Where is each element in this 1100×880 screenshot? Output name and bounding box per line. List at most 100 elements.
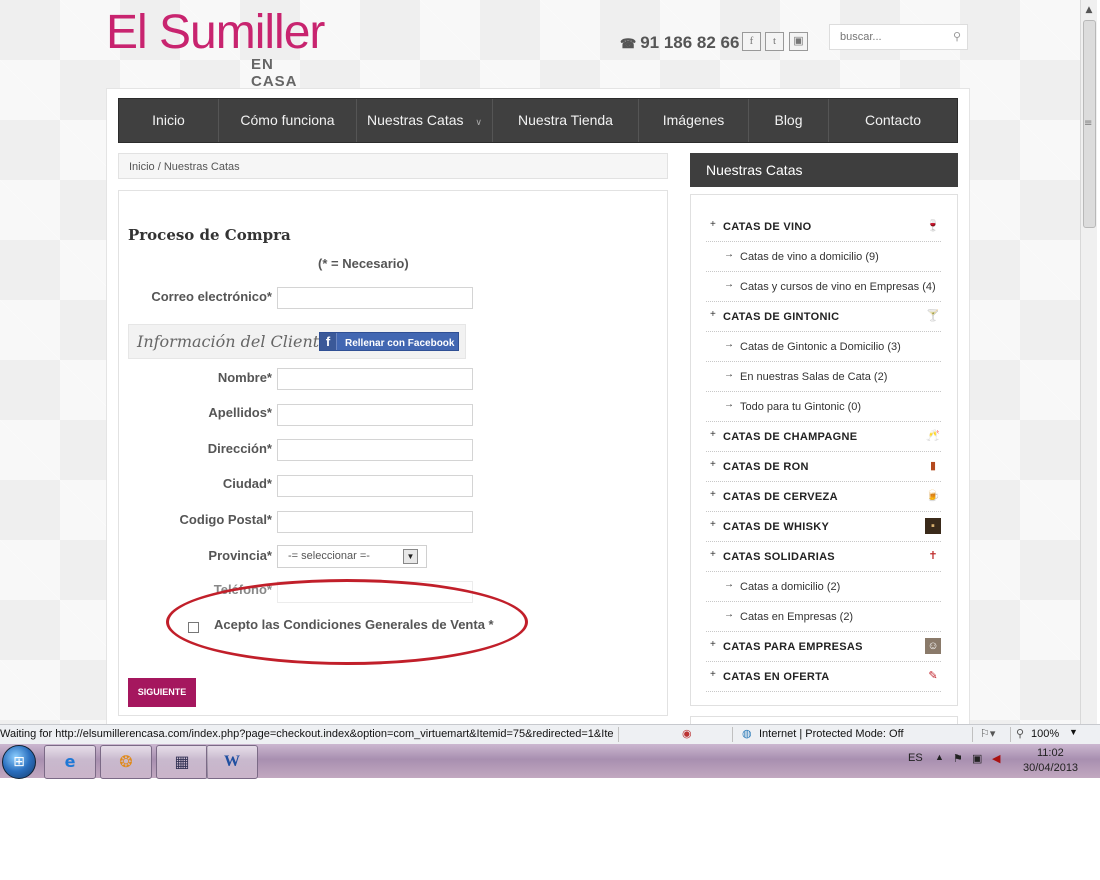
status-separator bbox=[972, 727, 973, 742]
sidebar-item-catas-en-oferta[interactable]: + CATAS EN OFERTA ✎ bbox=[706, 662, 941, 692]
start-button[interactable]: ⊞ bbox=[2, 745, 36, 779]
vertical-scrollbar[interactable]: ▲ ≡ bbox=[1080, 0, 1097, 724]
media-player-icon[interactable]: ❂ bbox=[100, 745, 152, 779]
popup-blocker-icon[interactable]: ◉ bbox=[682, 727, 692, 740]
sidebar-subitem-vino-empresas[interactable]: → Catas y cursos de vino en Empresas (4) bbox=[706, 272, 941, 302]
sidebar-item-catas-para-empresas[interactable]: + CATAS PARA EMPRESAS ☺ bbox=[706, 632, 941, 662]
arrow-right-icon: → bbox=[724, 369, 734, 380]
action-center-flag-icon[interactable]: ⚑ bbox=[953, 752, 963, 765]
windows-logo-icon: ⊞ bbox=[13, 754, 25, 770]
nav-item-como-funciona[interactable]: Cómo funciona bbox=[219, 99, 357, 142]
arrow-right-icon: → bbox=[724, 399, 734, 410]
zoom-level[interactable]: 100% bbox=[1031, 728, 1059, 740]
breadcrumb-separator: / bbox=[154, 161, 164, 173]
twitter-icon[interactable]: t bbox=[765, 32, 784, 51]
nav-item-inicio[interactable]: Inicio bbox=[119, 99, 219, 142]
nav-item-nuestras-catas[interactable]: Nuestras Catas ∨ bbox=[357, 99, 493, 142]
site-logo[interactable]: El Sumiller EN CASA bbox=[106, 6, 325, 90]
sidebar-item-catas-de-champagne[interactable]: + CATAS DE CHAMPAGNE 🥂 bbox=[706, 422, 941, 452]
sidebar-item-catas-de-whisky[interactable]: + CATAS DE WHISKY ▪ bbox=[706, 512, 941, 542]
sidebar-item-label: Catas de Gintonic a Domicilio (3) bbox=[740, 341, 901, 353]
sidebar-item-label: Catas a domicilio (2) bbox=[740, 581, 841, 593]
nav-item-contacto[interactable]: Contacto bbox=[829, 99, 957, 142]
facebook-icon: f bbox=[320, 333, 337, 350]
clock-date[interactable]: 30/04/2013 bbox=[1023, 762, 1078, 774]
highlight-ellipse bbox=[166, 579, 528, 665]
business-icon: ☺ bbox=[925, 638, 941, 654]
ciudad-field[interactable] bbox=[277, 475, 473, 497]
nav-item-nuestras-catas-label: Nuestras Catas bbox=[367, 112, 464, 128]
customer-info-section: Información del Cliente f Rellenar con Fa… bbox=[128, 324, 466, 359]
plus-icon: + bbox=[710, 459, 716, 470]
status-text: Waiting for http://elsumillerencasa.com/… bbox=[0, 728, 614, 740]
provincia-select[interactable]: -= seleccionar =- ▼ bbox=[277, 545, 427, 568]
zone-text[interactable]: Internet | Protected Mode: Off bbox=[759, 728, 904, 740]
gintonic-icon: 🍸 bbox=[926, 310, 940, 322]
wine-icon: 🍷 bbox=[926, 220, 940, 232]
facebook-fill-label: Rellenar con Facebook bbox=[345, 338, 455, 349]
arrow-right-icon: → bbox=[724, 339, 734, 350]
security-icon[interactable]: ⚐▾ bbox=[980, 727, 995, 740]
plus-icon: + bbox=[710, 429, 716, 440]
apellidos-field[interactable] bbox=[277, 404, 473, 426]
champagne-icon: 🥂 bbox=[926, 430, 940, 442]
status-separator bbox=[618, 727, 619, 742]
nombre-field[interactable] bbox=[277, 368, 473, 390]
word-icon[interactable]: W bbox=[206, 745, 258, 779]
sidebar-subitem-vino-domicilio[interactable]: → Catas de vino a domicilio (9) bbox=[706, 242, 941, 272]
sidebar-item-catas-de-cerveza[interactable]: + CATAS DE CERVEZA 🍺 bbox=[706, 482, 941, 512]
language-indicator[interactable]: ES bbox=[908, 752, 923, 764]
next-button[interactable]: SIGUIENTE bbox=[128, 678, 196, 707]
lock-icon[interactable]: ▣ bbox=[789, 32, 808, 51]
email-label: Correo electrónico* bbox=[151, 289, 272, 304]
offer-icon: ✎ bbox=[928, 670, 938, 682]
sidebar-item-catas-de-gintonic[interactable]: + CATAS DE GINTONIC 🍸 bbox=[706, 302, 941, 332]
show-hidden-icons-icon[interactable]: ▲ bbox=[935, 752, 944, 762]
nav-item-nuestra-tienda[interactable]: Nuestra Tienda bbox=[493, 99, 639, 142]
provincia-select-value: -= seleccionar =- bbox=[288, 550, 370, 562]
provincia-label: Provincia* bbox=[208, 548, 272, 563]
sidebar-item-label: Todo para tu Gintonic (0) bbox=[740, 401, 862, 413]
sidebar-subitem-solidarias-empresas[interactable]: → Catas en Empresas (2) bbox=[706, 602, 941, 632]
required-note: (* = Necesario) bbox=[318, 256, 409, 271]
customer-section-title: Información del Cliente bbox=[137, 332, 329, 351]
search-box: ⚲ bbox=[829, 24, 968, 50]
calculator-icon[interactable]: ▦ bbox=[156, 745, 208, 779]
sidebar-item-label: CATAS PARA EMPRESAS bbox=[723, 641, 863, 653]
direccion-label: Dirección* bbox=[207, 441, 272, 456]
email-field[interactable] bbox=[277, 287, 473, 309]
breadcrumb-current: Nuestras Catas bbox=[163, 161, 240, 173]
zoom-dropdown-icon[interactable]: ▼ bbox=[1069, 727, 1078, 737]
sidebar-item-catas-de-ron[interactable]: + CATAS DE RON ▮ bbox=[706, 452, 941, 482]
nav-item-blog[interactable]: Blog bbox=[749, 99, 829, 142]
sidebar-item-catas-de-vino[interactable]: + CATAS DE VINO 🍷 bbox=[706, 212, 941, 242]
codigo-postal-field[interactable] bbox=[277, 511, 473, 533]
volume-icon[interactable]: ◀ bbox=[992, 752, 1000, 765]
sidebar-item-label: Catas y cursos de vino en Empresas (4) bbox=[740, 281, 936, 293]
breadcrumb-home[interactable]: Inicio bbox=[129, 161, 155, 173]
search-icon[interactable]: ⚲ bbox=[953, 30, 961, 43]
whisky-icon: ▪ bbox=[925, 518, 941, 534]
facebook-icon[interactable]: f bbox=[742, 32, 761, 51]
sidebar-subitem-salas-de-cata[interactable]: → En nuestras Salas de Cata (2) bbox=[706, 362, 941, 392]
dropdown-arrow-icon[interactable]: ▼ bbox=[403, 549, 418, 564]
internet-explorer-icon[interactable]: e bbox=[44, 745, 96, 779]
windows-taskbar: ⊞ e ❂ ▦ W ES ▲ ⚑ ▣ ◀ 11:02 30/04/2013 bbox=[0, 744, 1100, 779]
sidebar-subitem-todo-gintonic[interactable]: → Todo para tu Gintonic (0) bbox=[706, 392, 941, 422]
rum-icon: ▮ bbox=[929, 460, 937, 472]
scroll-up-arrow-icon[interactable]: ▲ bbox=[1081, 2, 1097, 18]
facebook-fill-button[interactable]: f Rellenar con Facebook bbox=[319, 332, 459, 351]
zoom-icon[interactable]: ⚲ bbox=[1016, 727, 1024, 740]
direccion-field[interactable] bbox=[277, 439, 473, 461]
sidebar-subitem-gintonic-domicilio[interactable]: → Catas de Gintonic a Domicilio (3) bbox=[706, 332, 941, 362]
network-icon[interactable]: ▣ bbox=[972, 752, 982, 765]
sidebar-item-catas-solidarias[interactable]: + CATAS SOLIDARIAS ✝ bbox=[706, 542, 941, 572]
page-title: Proceso de Compra bbox=[128, 226, 291, 244]
clock-time[interactable]: 11:02 bbox=[1037, 747, 1064, 759]
plus-icon: + bbox=[710, 669, 716, 680]
beer-icon: 🍺 bbox=[926, 490, 940, 502]
arrow-right-icon: → bbox=[724, 609, 734, 620]
nav-item-imagenes[interactable]: Imágenes bbox=[639, 99, 749, 142]
sidebar-subitem-solidarias-domicilio[interactable]: → Catas a domicilio (2) bbox=[706, 572, 941, 602]
search-input[interactable] bbox=[838, 25, 942, 49]
